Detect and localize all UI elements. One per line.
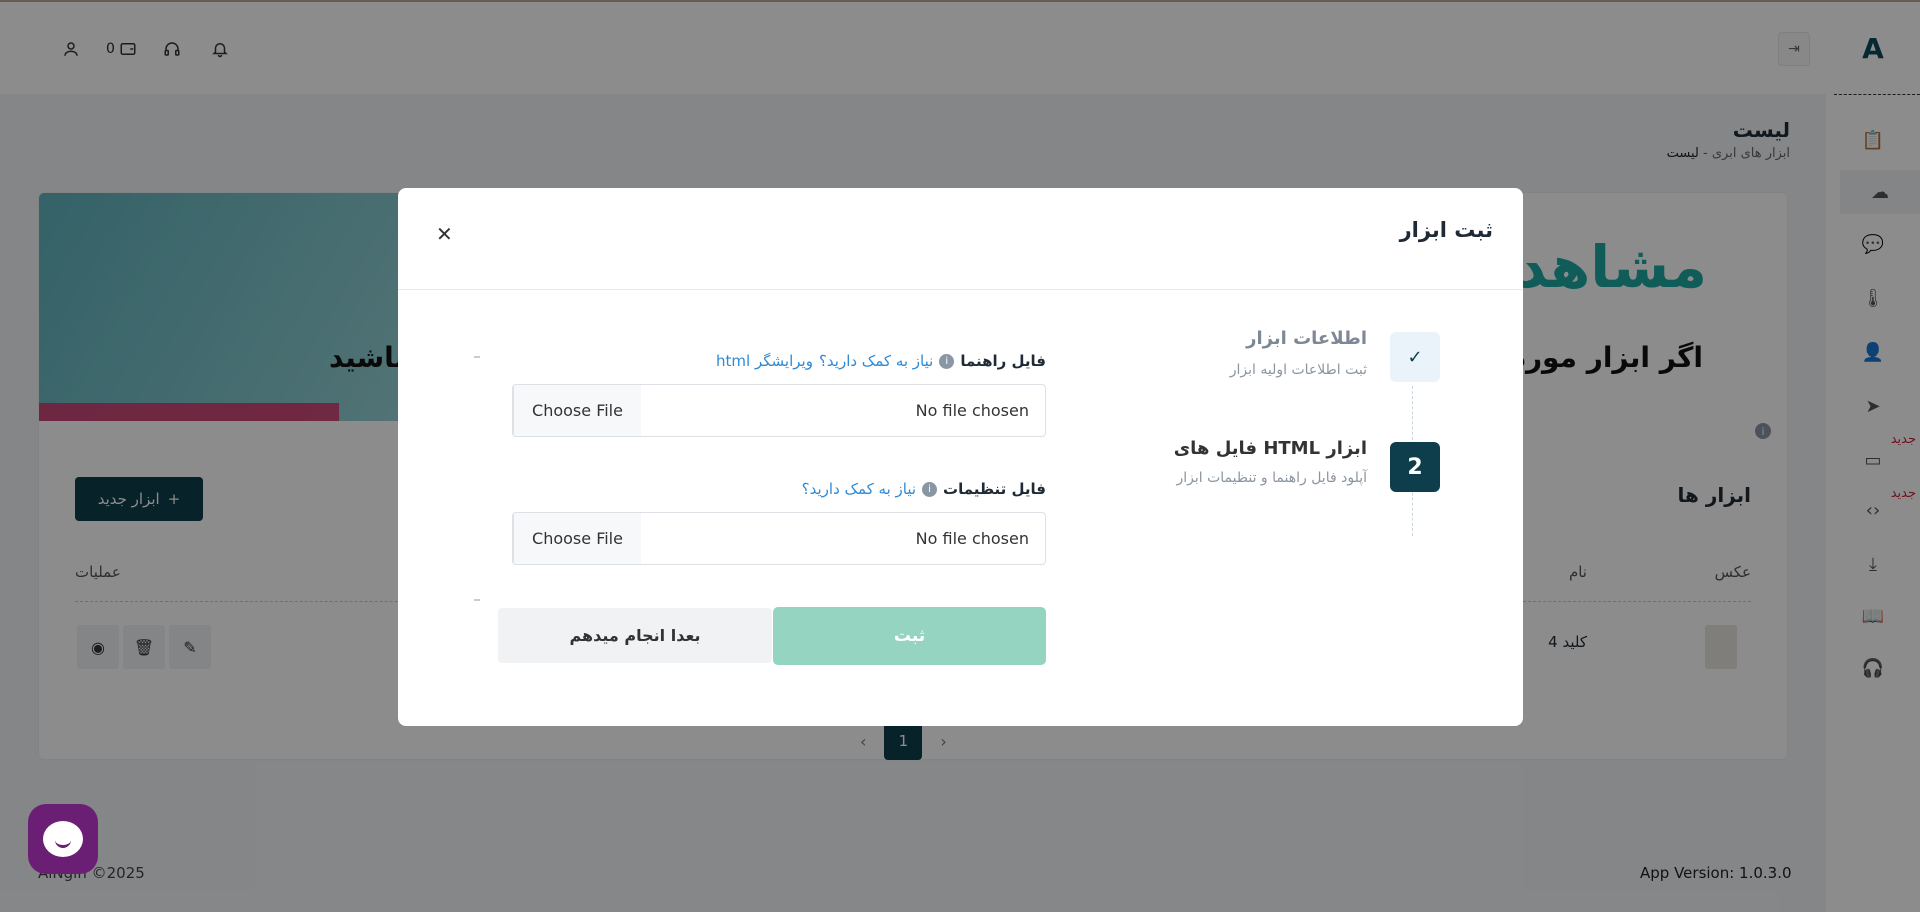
guide-file-input[interactable]: Choose File No file chosen: [512, 384, 1046, 437]
step-1-subtitle: ثبت اطلاعات اولیه ابزار: [1229, 362, 1367, 378]
close-icon[interactable]: ✕: [436, 222, 453, 246]
register-tool-modal: ثبت ابزار ✕ ✓ اطلاعات ابزار ثبت اطلاعات …: [398, 188, 1523, 726]
settings-file-label-row: فایل تنظیمات i نیاز به کمک دارید؟: [802, 480, 1046, 498]
decor-mark: [474, 356, 480, 358]
settings-help-link[interactable]: نیاز به کمک دارید؟: [802, 480, 916, 498]
settings-file-input[interactable]: Choose File No file chosen: [512, 512, 1046, 565]
modal-header: ثبت ابزار ✕: [398, 188, 1523, 290]
step-2-title: فایل های HTML ابزار: [1173, 438, 1367, 459]
guide-file-label: فایل راهنما: [960, 352, 1046, 370]
guide-help-link[interactable]: نیاز به کمک دارید؟: [819, 352, 933, 370]
info-icon: i: [939, 353, 955, 369]
guide-file-label-row: فایل راهنما i نیاز به کمک دارید؟ ویرایشگ…: [716, 352, 1046, 370]
guide-file-name: No file chosen: [915, 401, 1029, 420]
do-later-button[interactable]: بعدا انجام میدهم: [498, 608, 772, 663]
settings-file-name: No file chosen: [915, 529, 1029, 548]
submit-button[interactable]: ثبت: [773, 607, 1046, 665]
info-icon: i: [922, 481, 938, 497]
html-editor-link[interactable]: ویرایشگر html: [716, 352, 813, 370]
step-2-subtitle: آپلود فایل راهنما و تنظیمات ابزار: [1176, 470, 1367, 486]
modal-title: ثبت ابزار: [1399, 218, 1493, 242]
step-2-badge[interactable]: 2: [1390, 442, 1440, 492]
chat-widget-button[interactable]: [28, 804, 98, 874]
step-1-badge[interactable]: ✓: [1390, 332, 1440, 382]
check-icon: ✓: [1407, 346, 1423, 368]
chat-icon: [43, 821, 83, 857]
step-1-title: اطلاعات ابزار: [1246, 328, 1367, 349]
guide-choose-file-button[interactable]: Choose File: [513, 385, 641, 436]
decor-mark: [474, 599, 480, 601]
settings-choose-file-button[interactable]: Choose File: [513, 513, 641, 564]
settings-file-label: فایل تنظیمات: [943, 480, 1046, 498]
